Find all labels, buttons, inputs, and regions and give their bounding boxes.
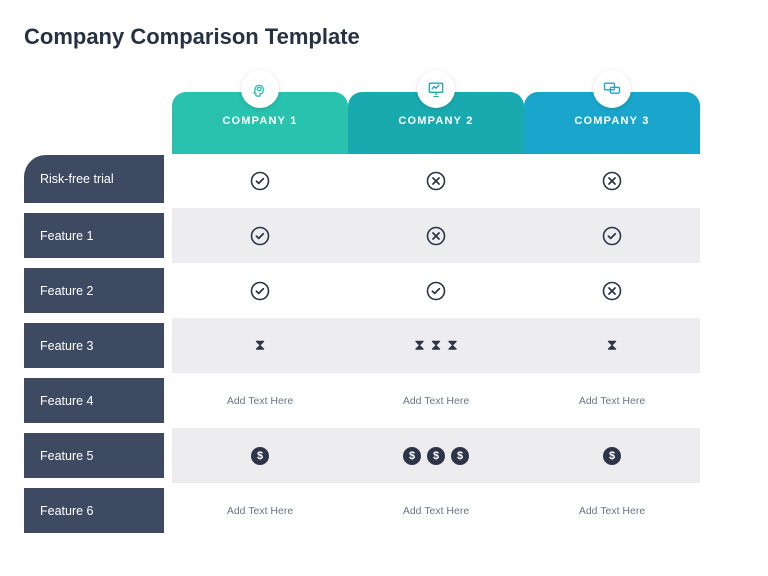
table-header-row: COMPANY 1 COMPANY 2 CO — [24, 76, 744, 150]
hourglass-icon-cell: ⧗ ⧗ ⧗ — [348, 318, 524, 373]
hourglass-icon: ⧗ — [607, 337, 618, 354]
check-icon-cell — [172, 263, 348, 318]
dollar-icon: $ — [251, 447, 269, 465]
comparison-table: COMPANY 1 COMPANY 2 CO — [24, 76, 744, 538]
placeholder-text-cell: Add Text Here — [348, 483, 524, 538]
dollar-icon-cell: $ $ $ — [348, 428, 524, 483]
hourglass-icon: ⧗ — [414, 337, 425, 354]
placeholder-text-cell: Add Text Here — [348, 373, 524, 428]
dollar-icon: $ — [403, 447, 421, 465]
row-label-wrap: Feature 4 — [24, 373, 164, 428]
hourglass-icon: ⧗ — [447, 337, 458, 354]
chat-icon — [593, 70, 631, 108]
placeholder-text-cell: Add Text Here — [524, 483, 700, 538]
placeholder-text-cell: Add Text Here — [172, 373, 348, 428]
table-row: Risk-free trial — [24, 150, 744, 208]
hourglass-icon: ⧗ — [431, 337, 442, 354]
row-label: Risk-free trial — [24, 155, 164, 203]
placeholder-text: Add Text Here — [227, 395, 293, 407]
presentation-icon — [417, 70, 455, 108]
company-label-3: COMPANY 3 — [574, 115, 649, 127]
check-icon-cell — [172, 150, 348, 208]
row-label-wrap: Feature 6 — [24, 483, 164, 538]
dollar-icon: $ — [451, 447, 469, 465]
row-label-wrap: Risk-free trial — [24, 150, 164, 208]
cross-icon-cell — [524, 263, 700, 318]
page-title: Company Comparison Template — [24, 24, 744, 50]
row-label-wrap: Feature 1 — [24, 208, 164, 263]
hourglass-icon-cell: ⧗ — [172, 318, 348, 373]
table-row: Feature 2 — [24, 263, 744, 318]
cross-icon — [602, 281, 622, 301]
cross-icon-cell — [524, 150, 700, 208]
row-label: Feature 5 — [24, 433, 164, 478]
table-row: Feature 4 Add Text Here Add Text Here Add T… — [24, 373, 744, 428]
check-icon — [426, 281, 446, 301]
company-tab-1: COMPANY 1 — [172, 92, 348, 150]
row-label: Feature 1 — [24, 213, 164, 258]
cross-icon-cell — [348, 208, 524, 263]
placeholder-text: Add Text Here — [403, 395, 469, 407]
cross-icon — [426, 171, 446, 191]
row-label-wrap: Feature 5 — [24, 428, 164, 483]
check-icon-cell — [348, 263, 524, 318]
check-icon — [250, 171, 270, 191]
check-icon-cell — [524, 208, 700, 263]
row-label: Feature 3 — [24, 323, 164, 368]
hourglass-icon-cell: ⧗ — [524, 318, 700, 373]
table-row: Feature 5 $ $ $ $ $ — [24, 428, 744, 483]
row-label: Feature 2 — [24, 268, 164, 313]
cross-icon — [602, 171, 622, 191]
table-row: Feature 1 — [24, 208, 744, 263]
dollar-icon-cell: $ — [524, 428, 700, 483]
placeholder-text: Add Text Here — [579, 505, 645, 517]
table-row: Feature 6 Add Text Here Add Text Here Add T… — [24, 483, 744, 538]
cross-icon-cell — [348, 150, 524, 208]
row-label-wrap: Feature 3 — [24, 318, 164, 373]
placeholder-text-cell: Add Text Here — [172, 483, 348, 538]
dollar-icon: $ — [603, 447, 621, 465]
placeholder-text: Add Text Here — [579, 395, 645, 407]
company-label-2: COMPANY 2 — [398, 115, 473, 127]
placeholder-text: Add Text Here — [403, 505, 469, 517]
check-icon — [250, 226, 270, 246]
head-gear-icon — [241, 70, 279, 108]
row-label: Feature 6 — [24, 488, 164, 533]
placeholder-text: Add Text Here — [227, 505, 293, 517]
company-label-1: COMPANY 1 — [222, 115, 297, 127]
company-tab-2: COMPANY 2 — [348, 92, 524, 150]
row-label-wrap: Feature 2 — [24, 263, 164, 318]
placeholder-text-cell: Add Text Here — [524, 373, 700, 428]
check-icon — [250, 281, 270, 301]
cross-icon — [426, 226, 446, 246]
check-icon — [602, 226, 622, 246]
company-tab-3: COMPANY 3 — [524, 92, 700, 150]
dollar-icon: $ — [427, 447, 445, 465]
hourglass-icon: ⧗ — [255, 337, 266, 354]
check-icon-cell — [172, 208, 348, 263]
dollar-icon-cell: $ — [172, 428, 348, 483]
table-row: Feature 3 ⧗ ⧗ ⧗ ⧗ ⧗ — [24, 318, 744, 373]
row-label: Feature 4 — [24, 378, 164, 423]
